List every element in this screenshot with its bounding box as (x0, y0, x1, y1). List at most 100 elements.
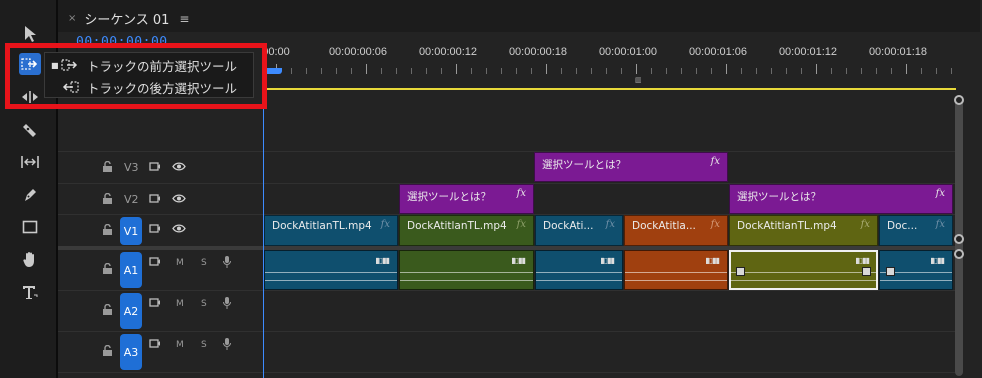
title-clip[interactable]: 選択ツールとは？ fx (729, 184, 953, 214)
title-clip[interactable]: 選択ツールとは？ fx (399, 184, 534, 214)
video-clip[interactable]: DockAtitlanTL.mp4 fx (729, 215, 878, 246)
video-clip[interactable]: DockAtitla... fx (624, 215, 728, 246)
source-patch-a1[interactable]: A1 (120, 252, 142, 288)
sequence-tab[interactable]: × シーケンス 01 ≡ (68, 9, 189, 29)
ruler-tick (606, 68, 607, 74)
type-tool-icon (23, 286, 38, 299)
ruler-tick (501, 68, 502, 74)
clip-name: Doc... (887, 220, 918, 232)
transition-handle[interactable] (736, 267, 745, 276)
scroll-handle-top[interactable] (954, 249, 964, 259)
sync-lock-icon[interactable] (149, 223, 161, 234)
lock-icon[interactable] (102, 161, 113, 173)
track-label-v2[interactable]: V2 (124, 193, 139, 206)
ruler-tick (666, 68, 667, 74)
mute-button[interactable]: M (176, 258, 184, 268)
audio-clip[interactable]: ▮▯▮▮ (264, 250, 398, 290)
video-clip[interactable]: DockAtitlanTL.mp4 fx (264, 215, 398, 246)
ruler-tick (816, 64, 817, 74)
source-patch-v1[interactable]: V1 (120, 217, 142, 245)
lock-icon[interactable] (102, 193, 113, 205)
hand-tool[interactable] (19, 248, 41, 270)
ruler-tick (831, 68, 832, 74)
audio-clip[interactable]: ▮▯▮▮ (399, 250, 534, 290)
mute-button[interactable]: M (176, 299, 184, 309)
clip-name: DockAti... (543, 220, 594, 232)
microphone-icon[interactable] (222, 296, 232, 310)
panel-menu-icon[interactable]: ≡ (179, 12, 189, 26)
clip-name: 選択ツールとは？ (542, 159, 626, 171)
lock-icon[interactable] (102, 345, 113, 357)
scroll-handle-top[interactable] (954, 95, 964, 105)
fx-badge: fx (710, 219, 720, 230)
rectangle-tool[interactable] (19, 216, 41, 238)
eye-icon[interactable] (172, 162, 186, 171)
type-tool[interactable] (19, 281, 41, 303)
mute-button[interactable]: M (176, 340, 184, 350)
ruler-tick (486, 68, 487, 74)
microphone-icon[interactable] (222, 255, 232, 269)
ruler-tick (351, 68, 352, 74)
razor-tool[interactable] (19, 119, 41, 141)
pen-tool[interactable] (19, 184, 41, 206)
audio-clip[interactable]: ▮▯▮▮ (624, 250, 728, 290)
waveform-icon: ▮▯▮▮ (600, 256, 615, 265)
ruler-tick (396, 68, 397, 74)
lock-icon[interactable] (102, 224, 113, 236)
ruler-tick (906, 64, 907, 74)
eye-icon[interactable] (172, 224, 186, 233)
sync-lock-icon[interactable] (149, 297, 161, 308)
time-ruler[interactable]: 00:00 00:00:00:06 00:00:00:12 00:00:00:1… (262, 32, 960, 90)
solo-button[interactable]: S (201, 258, 207, 268)
ruler-tick (696, 68, 697, 74)
selection-tool[interactable] (19, 23, 41, 45)
sync-lock-icon[interactable] (149, 338, 161, 349)
lock-icon[interactable] (102, 304, 113, 316)
source-patch-a2[interactable]: A2 (120, 293, 142, 329)
title-clip[interactable]: 選択ツールとは？ fx (534, 152, 728, 182)
eye-icon[interactable] (172, 194, 186, 203)
microphone-icon[interactable] (222, 337, 232, 351)
sync-lock-icon[interactable] (149, 161, 161, 172)
selection-tool-icon (25, 26, 36, 42)
waveform-icon: ▮▯▮▮ (375, 256, 390, 265)
clip-name: 選択ツールとは？ (737, 191, 821, 203)
ruler-tick (876, 68, 877, 74)
solo-button[interactable]: S (201, 340, 207, 350)
transition-handle[interactable] (862, 267, 871, 276)
video-clip[interactable]: Doc... fx (879, 215, 953, 246)
audio-clip-selected[interactable]: ▮▯▮▮ (729, 250, 878, 290)
waveform-icon: ▮▯▮▮ (705, 256, 720, 265)
work-area-grip-icon[interactable]: ▥ (635, 76, 642, 84)
sync-lock-icon[interactable] (149, 193, 161, 204)
slip-tool[interactable] (19, 151, 41, 173)
lock-icon[interactable] (102, 263, 113, 275)
fx-badge: fx (710, 156, 720, 167)
audio-clip[interactable]: ▮▯▮▮ (879, 250, 953, 290)
clip-name: DockAtitla... (632, 220, 696, 232)
sequence-title: シーケンス 01 (84, 13, 170, 28)
transition-handle[interactable] (886, 267, 895, 276)
ruler-tick (306, 68, 307, 74)
ruler-tick (711, 68, 712, 74)
tab-close-icon[interactable]: × (68, 13, 76, 24)
ruler-tick (921, 68, 922, 74)
rectangle-tool-icon (22, 220, 38, 234)
solo-button[interactable]: S (201, 299, 207, 309)
scroll-handle-bottom[interactable] (954, 234, 964, 244)
audio-clip[interactable]: ▮▯▮▮ (535, 250, 623, 290)
sync-lock-icon[interactable] (149, 256, 161, 267)
ruler-tick (576, 68, 577, 74)
track-label-v3[interactable]: V3 (124, 161, 139, 174)
ruler-label: 00:00:00:06 (328, 46, 388, 58)
video-clip[interactable]: DockAti... fx (535, 215, 623, 246)
ruler-label: 00:00:00:18 (508, 46, 568, 58)
ruler-tick (681, 68, 682, 74)
ruler-tick (456, 64, 457, 74)
video-clip[interactable]: DockAtitlanTL.mp4 fx (399, 215, 534, 246)
playhead-line[interactable] (263, 90, 264, 378)
source-patch-a3[interactable]: A3 (120, 334, 142, 370)
ruler-label: 00:00:00:12 (418, 46, 478, 58)
work-area-bar[interactable] (264, 88, 956, 90)
waveform-icon: ▮▯▮▮ (855, 256, 870, 265)
